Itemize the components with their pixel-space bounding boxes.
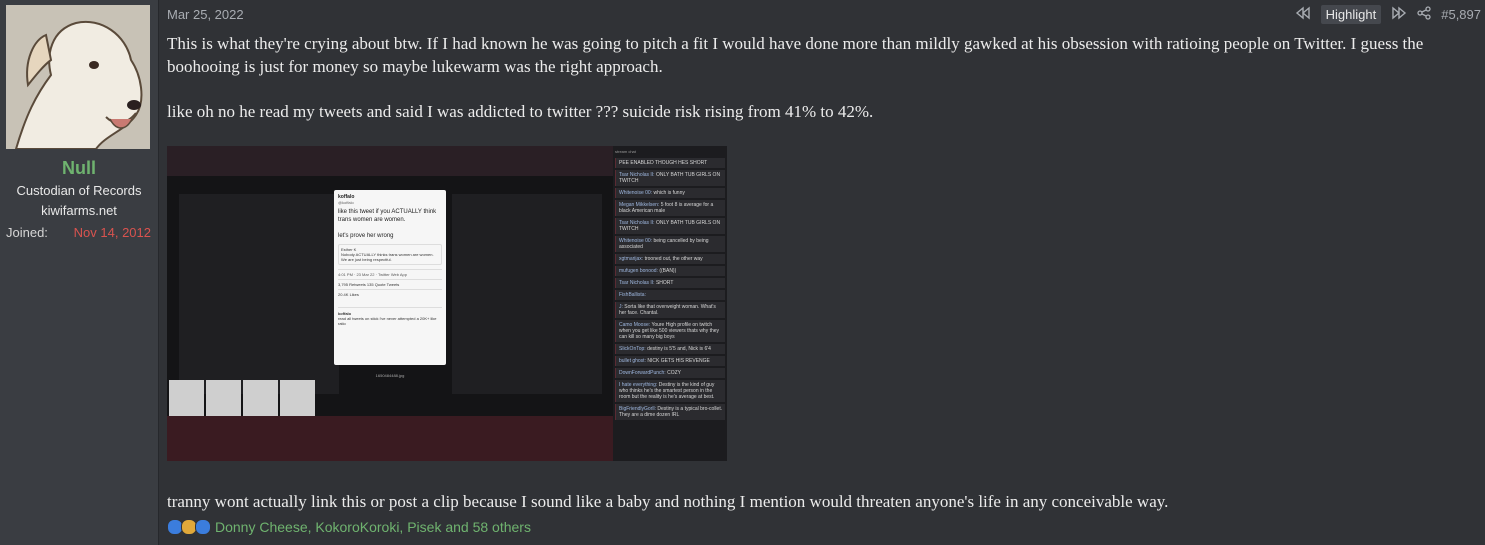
user-sidebar: Null Custodian of Records kiwifarms.net … xyxy=(0,0,158,545)
informative-icon xyxy=(195,519,211,535)
embed-background-panel xyxy=(452,194,602,394)
chat-message: Tsar Nicholas II: ONLY BATH TUB GIRLS ON… xyxy=(615,218,725,234)
post-main: Mar 25, 2022 Highlight #5,897 This is wh… xyxy=(158,0,1485,545)
chat-message: Whitenoise 00: which is funny xyxy=(615,188,725,198)
post-actions: Highlight #5,897 xyxy=(1295,5,1481,24)
chat-message: I hate everything: Destiny is the kind o… xyxy=(615,380,725,402)
chat-message: Tsar Nicholas II: ONLY BATH TUB GIRLS ON… xyxy=(615,170,725,186)
reactions-bar[interactable]: Donny Cheese, KokoroKoroki, Pisek and 58… xyxy=(167,519,531,535)
chat-author: bullet ghost: xyxy=(619,358,646,364)
tweet-quote: Esther K Nobody ACTUALLY thinks trans wo… xyxy=(338,244,442,265)
chat-message: mufugen bonood: ((BAN)) xyxy=(615,266,725,276)
chat-message: J: Sorta like that overweight woman. Wha… xyxy=(615,302,725,318)
chat-message: FishBallista: xyxy=(615,290,725,300)
user-title: Custodian of Records xyxy=(16,183,142,198)
thumbnail xyxy=(243,380,278,416)
chat-text: trooned out, the other way xyxy=(644,256,703,262)
joined-date: Nov 14, 2012 xyxy=(73,225,151,240)
chat-message: Tsar Nicholas II: SHORT xyxy=(615,278,725,288)
reaction-icons xyxy=(167,519,211,535)
thumbnail xyxy=(206,380,241,416)
chat-list: PEE ENABLED THOUGH HES SHORT Tsar Nichola… xyxy=(615,158,725,420)
stream-chat: stream chat PEE ENABLED THOUGH HES SHORT… xyxy=(613,146,727,461)
tweet-body-2: let's prove her wrong xyxy=(338,233,394,239)
chat-author: xgtmarijax: xyxy=(619,256,644,262)
dog-avatar-icon xyxy=(6,5,150,149)
embed-background-panel xyxy=(179,194,339,394)
joined-label: Joined: xyxy=(6,225,48,240)
reply-text: read all tweets on stick i've never atte… xyxy=(338,316,437,326)
thumbnail xyxy=(169,380,204,416)
chat-text: NICK GETS HIS REVENGE xyxy=(647,358,710,364)
chat-message: DownForwardPunch: COZY xyxy=(615,368,725,378)
embed-topbar xyxy=(167,146,613,176)
chat-message: BigFriendlyGorll: Destiny is a typical b… xyxy=(615,404,725,420)
chat-author: mufugen bonood: xyxy=(619,268,658,274)
chat-header: stream chat xyxy=(615,149,636,154)
tweet-stats: 3,795 Retweets 135 Quote Tweets xyxy=(338,279,442,287)
reaction-names[interactable]: Donny Cheese, KokoroKoroki, Pisek and 58… xyxy=(215,519,531,535)
quote-text-2: We are just being respectful. xyxy=(341,257,392,262)
chat-message: Camo Moose: Youre High profile on twitch… xyxy=(615,320,725,342)
embedded-screenshot[interactable]: koffalo @koffalo like this tweet if you … xyxy=(167,146,727,461)
tweet-handle: @koffalo xyxy=(338,200,354,205)
post-paragraph-1: This is what they're crying about btw. I… xyxy=(167,34,1424,76)
chat-author: SlickOnTop: xyxy=(619,346,646,352)
chat-text: PEE ENABLED THOUGH HES SHORT xyxy=(619,160,708,166)
chat-message: Megan Mikkelsen: 5 foot 8 is average for… xyxy=(615,200,725,216)
joined-row: Joined: Nov 14, 2012 xyxy=(6,225,151,240)
chat-text: ((BAN)) xyxy=(659,268,677,274)
chat-text: COZY xyxy=(667,370,681,376)
chat-message: bullet ghost: NICK GETS HIS REVENGE xyxy=(615,356,725,366)
highlight-button[interactable]: Highlight xyxy=(1320,5,1382,24)
chat-text: Sorta like that overweight woman. What's… xyxy=(619,304,716,316)
fast-forward-icon[interactable] xyxy=(1391,6,1407,24)
embed-red-band xyxy=(167,416,613,461)
username[interactable]: Null xyxy=(0,158,158,179)
forum-post: Null Custodian of Records kiwifarms.net … xyxy=(0,0,1485,545)
thumbnail xyxy=(280,380,315,416)
rewind-icon[interactable] xyxy=(1295,6,1311,24)
chat-text: SHORT xyxy=(655,280,674,286)
post-date[interactable]: Mar 25, 2022 xyxy=(167,7,244,22)
share-icon[interactable] xyxy=(1417,5,1431,24)
chat-text: destiny is 5'5 and, Nick is 6'4 xyxy=(647,346,711,352)
chat-message: Whitenoise 00: being cancelled by being … xyxy=(615,236,725,252)
chat-author: Whitenoise 00: xyxy=(619,190,653,196)
avatar[interactable] xyxy=(6,5,150,149)
chat-message: xgtmarijax: trooned out, the other way xyxy=(615,254,725,264)
chat-author: Tsar Nicholas II: xyxy=(619,280,655,286)
post-paragraph-3: tranny wont actually link this or post a… xyxy=(167,492,1169,511)
post-number[interactable]: #5,897 xyxy=(1441,7,1481,22)
post-paragraph-2: like oh no he read my tweets and said I … xyxy=(167,102,874,121)
chat-text: which is funny xyxy=(653,190,685,196)
chat-author: DownForwardPunch: xyxy=(619,370,666,376)
chat-author: FishBallista: xyxy=(619,292,646,298)
chat-message: PEE ENABLED THOUGH HES SHORT xyxy=(615,158,725,168)
user-blurb: kiwifarms.net xyxy=(41,203,117,218)
tweet-meta: 4:01 PM · 23 Mar 22 · Twitter Web App xyxy=(338,269,442,277)
embed-thumbnails xyxy=(169,380,315,416)
tweet-body: like this tweet if you ACTUALLY think tr… xyxy=(338,209,437,223)
embedded-tweet: koffalo @koffalo like this tweet if you … xyxy=(334,190,446,365)
chat-message: SlickOnTop: destiny is 5'5 and, Nick is … xyxy=(615,344,725,354)
image-caption: 1650484488.jpg xyxy=(375,373,405,378)
tweet-likes: 20.4K Likes xyxy=(338,289,442,297)
tweet-reply: koffalo read all tweets on stick i've ne… xyxy=(338,307,442,326)
